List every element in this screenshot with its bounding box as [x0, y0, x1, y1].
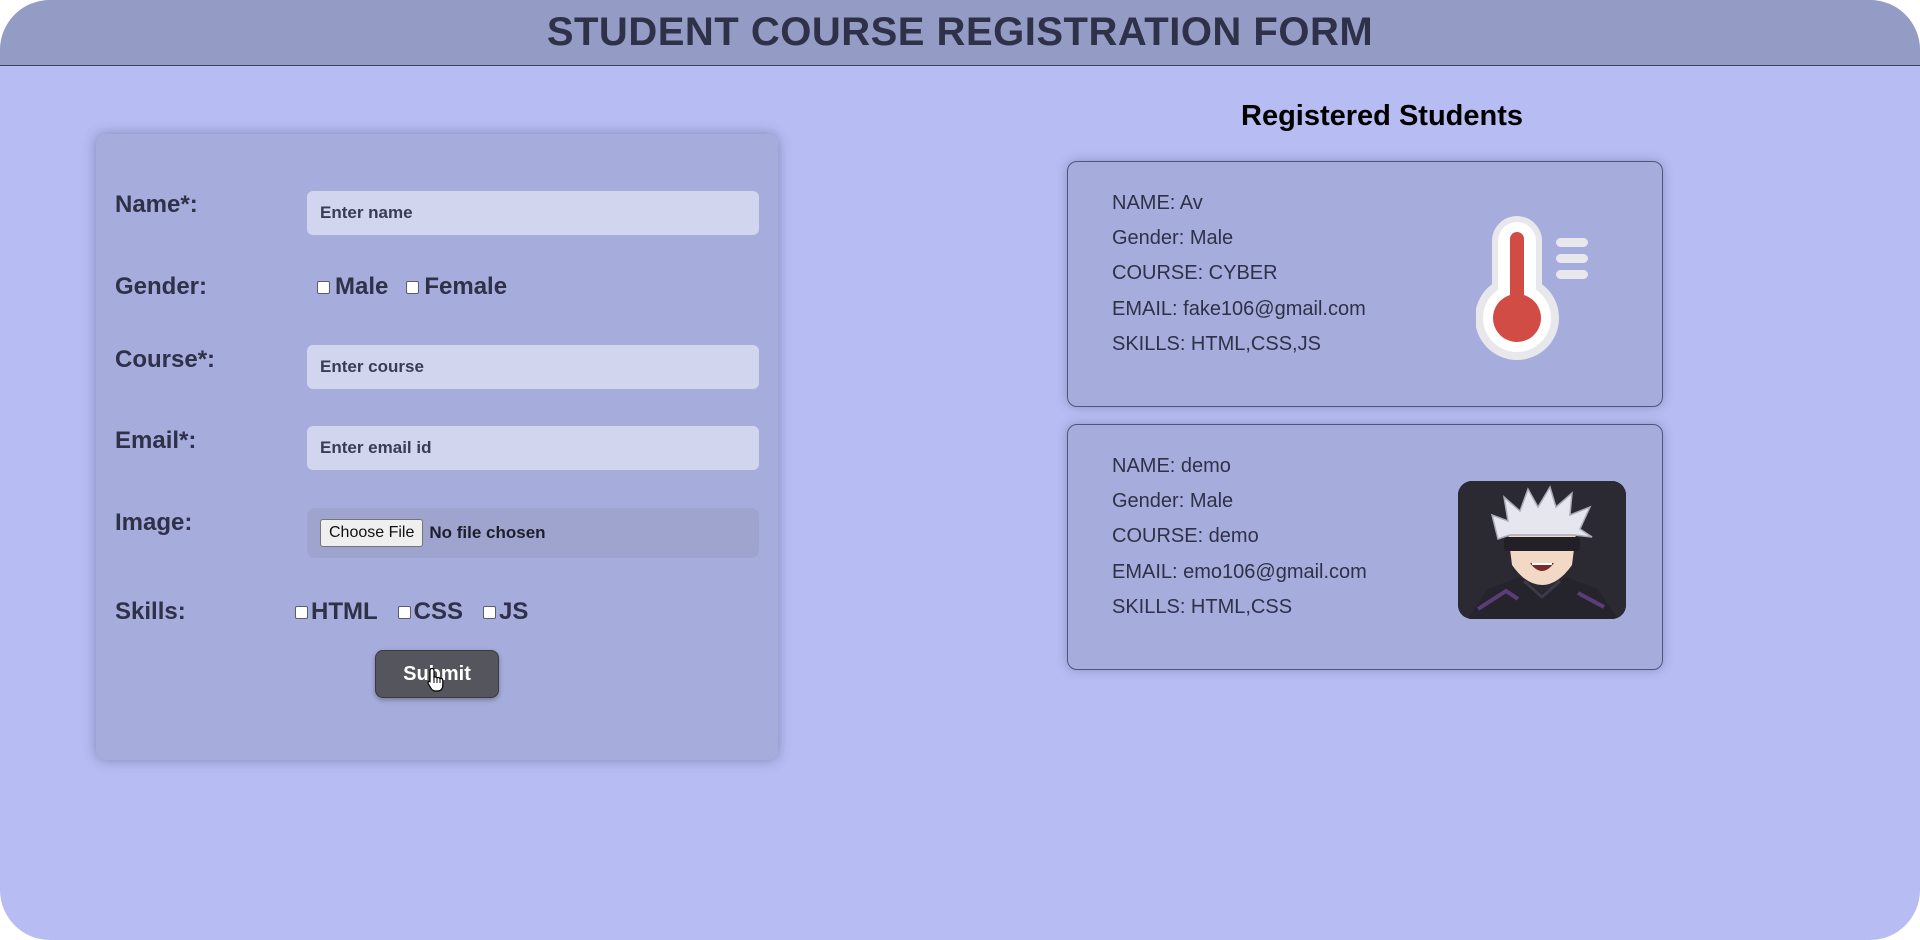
skills-options: HTML CSS JS: [295, 598, 548, 626]
student-course: COURSE: demo: [1112, 525, 1259, 547]
female-label: Female: [424, 273, 508, 300]
css-checkbox[interactable]: [397, 605, 411, 619]
student-gender: Gender: Male: [1112, 227, 1234, 249]
email-label: Email*:: [115, 427, 197, 454]
student-gender: Gender: Male: [1112, 490, 1234, 512]
thermometer-icon: [1476, 216, 1588, 360]
skill-option-html[interactable]: HTML: [295, 598, 378, 626]
gender-option-female[interactable]: Female: [406, 273, 507, 301]
student-email: EMAIL: emo106@gmail.com: [1112, 561, 1367, 583]
student-skills: SKILLS: HTML,CSS,JS: [1112, 333, 1321, 355]
email-input[interactable]: [307, 426, 759, 470]
female-checkbox[interactable]: [406, 280, 420, 294]
choose-file-button[interactable]: Choose File: [320, 519, 424, 547]
name-label: Name*:: [115, 191, 198, 218]
file-status-text: No file chosen: [429, 523, 546, 542]
image-label: Image:: [115, 509, 193, 536]
student-course: COURSE: CYBER: [1112, 262, 1278, 284]
app-window: STUDENT COURSE REGISTRATION FORM Name*: …: [0, 0, 1920, 940]
js-label: JS: [499, 598, 529, 625]
registered-students-title: Registered Students: [1241, 100, 1523, 132]
student-card: NAME: demo Gender: Male COURSE: demo EMA…: [1067, 424, 1663, 670]
page-title: STUDENT COURSE REGISTRATION FORM: [546, 10, 1374, 54]
html-label: HTML: [311, 598, 378, 625]
student-card: NAME: Av Gender: Male COURSE: CYBER EMAI…: [1067, 161, 1663, 407]
student-name: NAME: demo: [1112, 455, 1231, 477]
html-checkbox[interactable]: [295, 605, 308, 619]
name-input[interactable]: [307, 191, 759, 235]
student-name: NAME: Av: [1112, 192, 1203, 214]
male-checkbox[interactable]: [317, 280, 330, 294]
student-photo: [1458, 481, 1626, 619]
skill-option-css[interactable]: CSS: [397, 598, 464, 626]
course-input[interactable]: [307, 345, 759, 389]
student-skills: SKILLS: HTML,CSS: [1112, 596, 1293, 618]
css-label: CSS: [413, 598, 464, 625]
skill-option-js[interactable]: JS: [483, 598, 528, 626]
image-file-input: Choose File No file chosen: [307, 508, 759, 558]
male-label: Male: [335, 273, 389, 300]
gender-option-male[interactable]: Male: [317, 273, 388, 301]
gender-options: Male Female: [317, 273, 527, 301]
js-checkbox[interactable]: [483, 605, 497, 619]
student-email: EMAIL: fake106@gmail.com: [1112, 298, 1366, 320]
skills-label: Skills:: [115, 598, 186, 625]
hand-cursor-icon: [427, 667, 444, 692]
anime-character-image: [1458, 481, 1626, 619]
page-header: STUDENT COURSE REGISTRATION FORM: [0, 0, 1920, 66]
course-label: Course*:: [115, 346, 216, 373]
gender-label: Gender:: [115, 273, 208, 300]
